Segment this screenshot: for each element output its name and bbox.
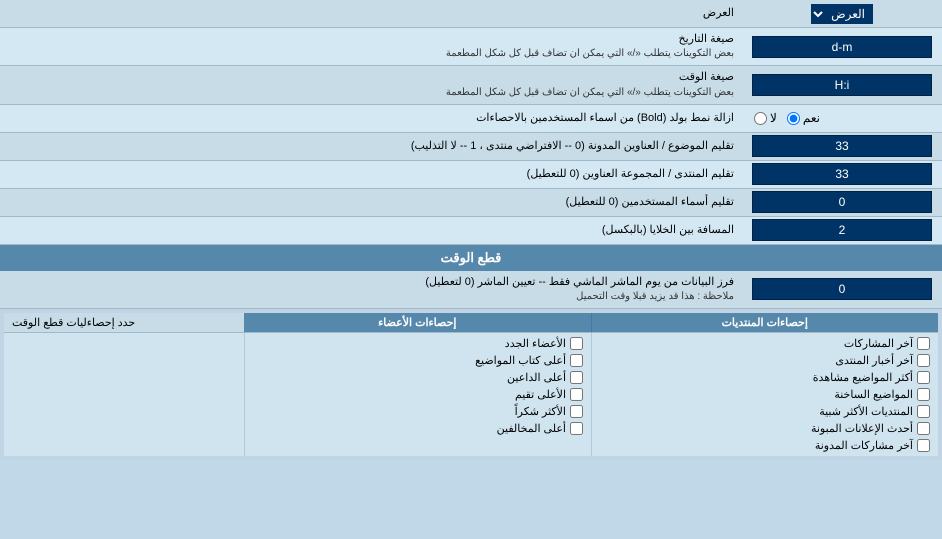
bold-yes-radio[interactable] (787, 112, 800, 125)
check-item: الأكثر شكراً (249, 403, 587, 420)
checkboxes-section: إحصاءات المنتديات إحصاءات الأعضاء حدد إح… (0, 309, 942, 460)
cutoff-section-header: قطع الوقت (0, 245, 942, 271)
check-item: أحدث الإعلانات المبونة (596, 420, 934, 437)
bold-no-label[interactable]: لا (754, 111, 777, 125)
forum-trim-row: تقليم المنتدى / المجموعة العناوين (0 للت… (0, 161, 942, 189)
display-mode-row: العرض العرض (0, 0, 942, 28)
forum-trim-input[interactable] (752, 163, 932, 185)
display-mode-label: العرض (0, 2, 742, 25)
checkbox-last-blog-posts[interactable] (917, 439, 930, 452)
check-item: أعلى الداعين (249, 369, 587, 386)
user-trim-row: تقليم أسماء المستخدمين (0 للتعطيل) (0, 189, 942, 217)
cutoff-control (742, 276, 942, 302)
check-item: الأعلى تقيم (249, 386, 587, 403)
checkboxes-body: آخر المشاركات آخر أخبار المنتدى أكثر الم… (4, 333, 938, 456)
date-format-input[interactable] (752, 36, 932, 58)
forum-trim-label: تقليم المنتدى / المجموعة العناوين (0 للت… (0, 163, 742, 186)
cell-spacing-control (742, 217, 942, 243)
check-item: أعلى المخالفين (249, 420, 587, 437)
time-format-control (742, 72, 942, 98)
checkbox-most-thankful[interactable] (570, 405, 583, 418)
checkbox-last-news[interactable] (917, 354, 930, 367)
topic-trim-row: تقليم الموضوع / العناوين المدونة (0 -- ا… (0, 133, 942, 161)
forum-trim-control (742, 161, 942, 187)
date-format-control (742, 34, 942, 60)
check-item: آخر المشاركات (596, 335, 934, 352)
checkboxes-top-row: إحصاءات المنتديات إحصاءات الأعضاء حدد إح… (4, 313, 938, 333)
main-container: العرض العرض صيغة التاريخ بعض التكوينات ي… (0, 0, 942, 460)
check-item: المواضيع الساخنة (596, 386, 934, 403)
checkbox-most-viewed[interactable] (917, 371, 930, 384)
bold-remove-row: نعم لا ازالة نمط بولد (Bold) من اسماء ال… (0, 105, 942, 133)
apply-cutoff-label: حدد إحصاءليات قطع الوقت (4, 313, 244, 332)
topic-trim-control (742, 133, 942, 159)
check-item: الأعضاء الجدد (249, 335, 587, 352)
forums-stats-col: آخر المشاركات آخر أخبار المنتدى أكثر الم… (591, 333, 938, 456)
display-mode-select[interactable]: العرض (811, 4, 873, 24)
bold-radio-group: نعم لا (746, 109, 938, 127)
user-trim-control (742, 189, 942, 215)
checkbox-last-posts[interactable] (917, 337, 930, 350)
cell-spacing-input[interactable] (752, 219, 932, 241)
bold-yes-label[interactable]: نعم (787, 111, 820, 125)
stats-headers: إحصاءات المنتديات إحصاءات الأعضاء (244, 313, 938, 332)
cutoff-input[interactable] (752, 278, 932, 300)
checkbox-latest-announcements[interactable] (917, 422, 930, 435)
display-mode-control[interactable]: العرض (742, 2, 942, 26)
date-format-row: صيغة التاريخ بعض التكوينات يتطلب «/» الت… (0, 28, 942, 66)
check-item: آخر مشاركات المدونة (596, 437, 934, 454)
bold-remove-label: ازالة نمط بولد (Bold) من اسماء المستخدمي… (0, 107, 742, 130)
cell-spacing-label: المسافة بين الخلايا (بالبكسل) (0, 219, 742, 242)
checkbox-new-members[interactable] (570, 337, 583, 350)
cell-spacing-row: المسافة بين الخلايا (بالبكسل) (0, 217, 942, 245)
check-item: آخر أخبار المنتدى (596, 352, 934, 369)
stats-forums-header: إحصاءات المنتديات (591, 313, 939, 332)
stats-members-header: إحصاءات الأعضاء (244, 313, 591, 332)
checkbox-similar-forums[interactable] (917, 405, 930, 418)
checkbox-top-rated[interactable] (570, 388, 583, 401)
check-item: المنتديات الأكثر شبية (596, 403, 934, 420)
bold-no-radio[interactable] (754, 112, 767, 125)
topic-trim-input[interactable] (752, 135, 932, 157)
checkbox-top-violators[interactable] (570, 422, 583, 435)
user-trim-label: تقليم أسماء المستخدمين (0 للتعطيل) (0, 191, 742, 214)
cutoff-label: فرز البيانات من يوم الماشر الماشي فقط --… (0, 271, 742, 308)
checkbox-hot-topics[interactable] (917, 388, 930, 401)
time-format-row: صيغة الوقت بعض التكوينات يتطلب «/» التي … (0, 66, 942, 104)
user-trim-input[interactable] (752, 191, 932, 213)
members-stats-col: الأعضاء الجدد أعلى كتاب المواضيع أعلى ال… (244, 333, 591, 456)
checkbox-top-inviters[interactable] (570, 371, 583, 384)
time-format-input[interactable] (752, 74, 932, 96)
date-format-label: صيغة التاريخ بعض التكوينات يتطلب «/» الت… (0, 28, 742, 65)
bold-remove-control: نعم لا (742, 107, 942, 129)
topic-trim-label: تقليم الموضوع / العناوين المدونة (0 -- ا… (0, 135, 742, 158)
checkbox-top-writers[interactable] (570, 354, 583, 367)
cutoff-row: فرز البيانات من يوم الماشر الماشي فقط --… (0, 271, 942, 309)
check-item: أكثر المواضيع مشاهدة (596, 369, 934, 386)
check-item: أعلى كتاب المواضيع (249, 352, 587, 369)
apply-cutoff-spacer (4, 333, 244, 456)
time-format-label: صيغة الوقت بعض التكوينات يتطلب «/» التي … (0, 66, 742, 103)
